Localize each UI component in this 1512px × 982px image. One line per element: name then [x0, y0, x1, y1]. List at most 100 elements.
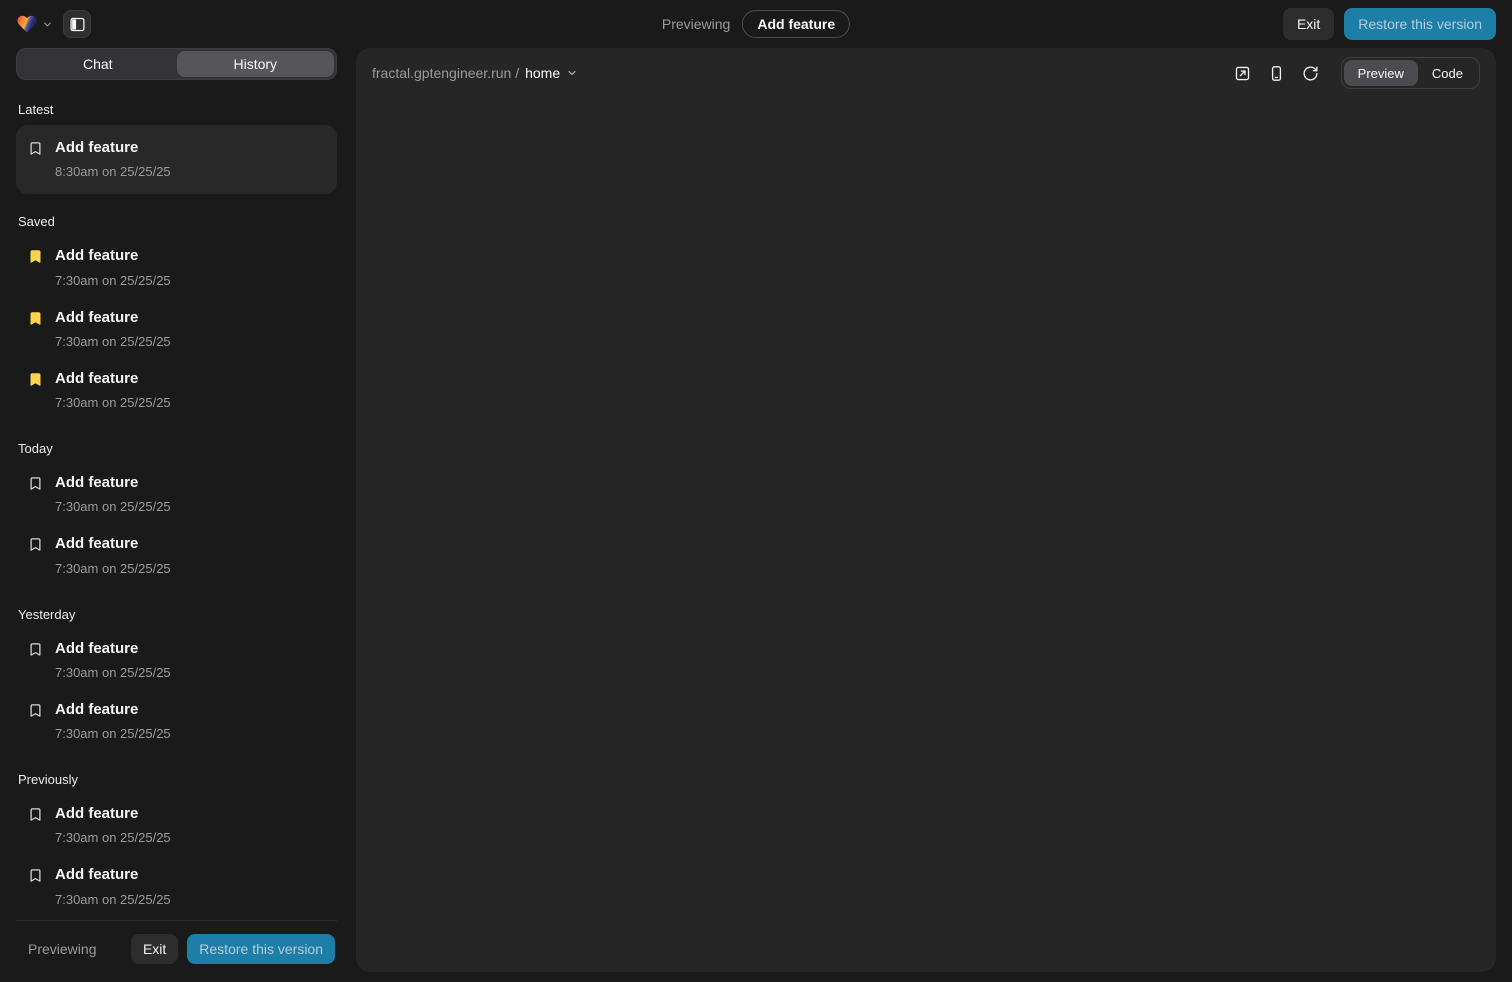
- history-item[interactable]: Add feature 7:30am on 25/25/25: [16, 691, 337, 752]
- mobile-preview-button[interactable]: [1263, 59, 1291, 87]
- history-item-text: Add feature 8:30am on 25/25/25: [55, 138, 171, 179]
- smartphone-icon: [1268, 65, 1285, 82]
- external-link-icon: [1234, 65, 1251, 82]
- refresh-icon: [1302, 65, 1319, 82]
- previewing-status-label: Previewing: [662, 16, 730, 32]
- topbar-right: Exit Restore this version: [1283, 8, 1496, 40]
- history-item[interactable]: Add feature 8:30am on 25/25/25: [16, 125, 337, 194]
- history-item-text: Add feature 7:30am on 25/25/25: [55, 534, 171, 575]
- history-sidebar: Chat History Latest Add feature 8:30am o…: [16, 48, 337, 972]
- history-item-text: Add feature 7:30am on 25/25/25: [55, 865, 171, 906]
- refresh-button[interactable]: [1297, 59, 1325, 87]
- tab-chat[interactable]: Chat: [19, 51, 177, 77]
- topbar-left: [16, 10, 91, 38]
- bookmark-icon: [28, 868, 43, 883]
- sidebar-footer: Previewing Exit Restore this version: [16, 920, 337, 972]
- history-item[interactable]: Add feature 7:30am on 25/25/25: [16, 237, 337, 298]
- footer-previewing-label: Previewing: [28, 941, 96, 957]
- history-item-text: Add feature 7:30am on 25/25/25: [55, 804, 171, 845]
- history-item-timestamp: 7:30am on 25/25/25: [55, 726, 171, 741]
- history-item-title: Add feature: [55, 369, 171, 389]
- history-item[interactable]: Add feature 7:30am on 25/25/25: [16, 630, 337, 691]
- section-title: Latest: [18, 102, 335, 117]
- history-item-timestamp: 8:30am on 25/25/25: [55, 164, 171, 179]
- bookmark-icon: [28, 537, 43, 552]
- bookmark-icon: [28, 372, 43, 387]
- brand-menu[interactable]: [16, 13, 53, 35]
- history-item[interactable]: Add feature 7:30am on 25/25/25: [16, 525, 337, 586]
- history-item[interactable]: Add feature 7:30am on 25/25/25: [16, 360, 337, 421]
- history-item-text: Add feature 7:30am on 25/25/25: [55, 639, 171, 680]
- history-item-timestamp: 7:30am on 25/25/25: [55, 830, 171, 845]
- bookmark-icon: [28, 141, 43, 156]
- history-item-text: Add feature 7:30am on 25/25/25: [55, 700, 171, 741]
- preview-url-page: home: [525, 65, 560, 81]
- section-items: Add feature 8:30am on 25/25/25: [16, 125, 337, 194]
- sidebar-toggle-button[interactable]: [63, 10, 91, 38]
- history-item-title: Add feature: [55, 246, 171, 266]
- history-item-timestamp: 7:30am on 25/25/25: [55, 334, 171, 349]
- preview-panel: fractal.gptengineer.run / home: [356, 48, 1496, 972]
- exit-button[interactable]: Exit: [1283, 8, 1334, 40]
- open-in-new-window-button[interactable]: [1229, 59, 1257, 87]
- history-item-title: Add feature: [55, 138, 171, 158]
- section-title: Previously: [18, 772, 335, 787]
- history-item-timestamp: 7:30am on 25/25/25: [55, 499, 171, 514]
- footer-exit-button[interactable]: Exit: [131, 934, 178, 964]
- section-title: Yesterday: [18, 607, 335, 622]
- bookmark-icon: [28, 703, 43, 718]
- preview-url-selector[interactable]: fractal.gptengineer.run / home: [372, 65, 578, 81]
- view-toggle: Preview Code: [1341, 57, 1480, 89]
- topbar-center: Previewing Add feature: [662, 0, 850, 48]
- bookmark-icon: [28, 311, 43, 326]
- history-item[interactable]: Add feature 7:30am on 25/25/25: [16, 795, 337, 856]
- preview-url-prefix: fractal.gptengineer.run /: [372, 65, 519, 81]
- history-item-text: Add feature 7:30am on 25/25/25: [55, 308, 171, 349]
- chevron-down-icon: [566, 67, 578, 79]
- history-item-text: Add feature 7:30am on 25/25/25: [55, 473, 171, 514]
- history-item[interactable]: Add feature 7:30am on 25/25/25: [16, 464, 337, 525]
- preview-content: [356, 98, 1496, 972]
- history-section: Yesterday Add feature 7:30am on 25/25/25…: [16, 607, 337, 753]
- history-item-timestamp: 7:30am on 25/25/25: [55, 665, 171, 680]
- bookmark-icon: [28, 642, 43, 657]
- history-item-timestamp: 7:30am on 25/25/25: [55, 892, 171, 907]
- restore-version-button[interactable]: Restore this version: [1344, 8, 1496, 40]
- version-name-pill: Add feature: [742, 10, 850, 38]
- history-item[interactable]: Add feature 7:30am on 25/25/25: [16, 856, 337, 917]
- history-item-title: Add feature: [55, 534, 171, 554]
- history-section: Saved Add feature 7:30am on 25/25/25 Add…: [16, 214, 337, 421]
- history-list: Latest Add feature 8:30am on 25/25/25 Sa…: [16, 80, 337, 920]
- history-item-timestamp: 7:30am on 25/25/25: [55, 273, 171, 288]
- history-item-timestamp: 7:30am on 25/25/25: [55, 395, 171, 410]
- toggle-preview[interactable]: Preview: [1344, 60, 1418, 86]
- history-item-text: Add feature 7:30am on 25/25/25: [55, 246, 171, 287]
- bookmark-icon: [28, 476, 43, 491]
- topbar: Previewing Add feature Exit Restore this…: [0, 0, 1512, 48]
- footer-restore-version-button[interactable]: Restore this version: [187, 934, 335, 964]
- section-title: Today: [18, 441, 335, 456]
- content-area: Chat History Latest Add feature 8:30am o…: [16, 48, 1496, 972]
- history-item-title: Add feature: [55, 804, 171, 824]
- section-items: Add feature 7:30am on 25/25/25 Add featu…: [16, 630, 337, 753]
- history-item-timestamp: 7:30am on 25/25/25: [55, 561, 171, 576]
- history-item-text: Add feature 7:30am on 25/25/25: [55, 369, 171, 410]
- history-item-title: Add feature: [55, 473, 171, 493]
- section-title: Saved: [18, 214, 335, 229]
- panel-left-icon: [69, 16, 86, 33]
- chevron-down-icon: [42, 19, 53, 30]
- preview-header-actions: Preview Code: [1229, 57, 1480, 89]
- section-items: Add feature 7:30am on 25/25/25 Add featu…: [16, 795, 337, 918]
- history-item-title: Add feature: [55, 308, 171, 328]
- history-item-title: Add feature: [55, 865, 171, 885]
- toggle-code[interactable]: Code: [1418, 60, 1477, 86]
- bookmark-icon: [28, 807, 43, 822]
- tab-history[interactable]: History: [177, 51, 335, 77]
- history-item[interactable]: Add feature 7:30am on 25/25/25: [16, 299, 337, 360]
- history-item-title: Add feature: [55, 639, 171, 659]
- section-items: Add feature 7:30am on 25/25/25 Add featu…: [16, 464, 337, 587]
- bookmark-icon: [28, 249, 43, 264]
- history-section: Previously Add feature 7:30am on 25/25/2…: [16, 772, 337, 918]
- lovable-heart-logo-icon: [16, 13, 38, 35]
- history-section: Today Add feature 7:30am on 25/25/25 Add…: [16, 441, 337, 587]
